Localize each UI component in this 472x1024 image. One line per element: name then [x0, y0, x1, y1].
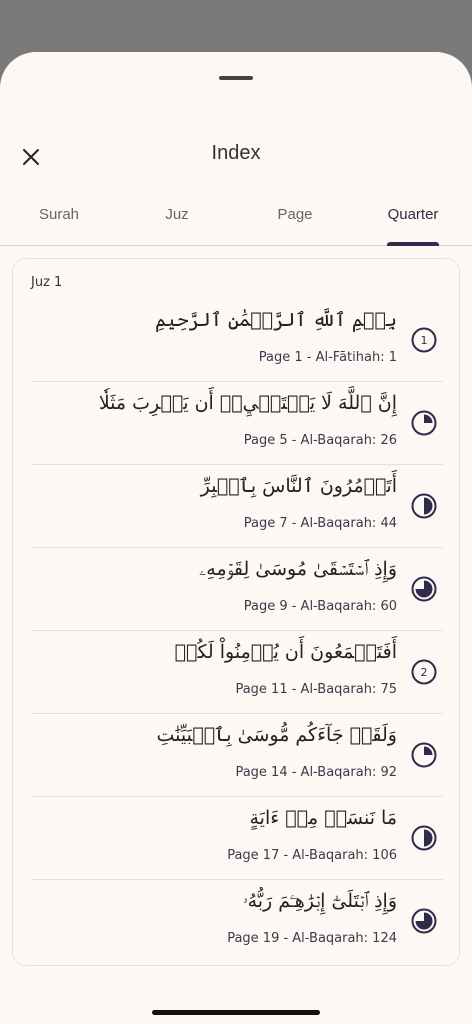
quarter-fill	[424, 497, 433, 515]
tab-bar: Surah Juz Page Quarter	[0, 192, 472, 246]
tab-quarter[interactable]: Quarter	[354, 192, 472, 246]
juz-number-icon: 1	[411, 327, 437, 353]
list-item[interactable]: وَلَقَدۡ جَآءَكُم مُّوسَىٰ بِٱلۡبَيِّنَٰ…	[31, 714, 443, 797]
quarter-fill	[424, 746, 433, 755]
list-item[interactable]: أَفَتَطۡمَعُونَ أَن يُؤۡمِنُواْ لَكُمۡ Pa…	[31, 631, 443, 714]
verse-location: Page 14 - Al-Baqarah: 92	[235, 765, 397, 780]
verse-text: مَا نَنسَخۡ مِنۡ ءَايَةٍ	[249, 807, 397, 829]
home-indicator	[152, 1010, 320, 1015]
list-item[interactable]: مَا نَنسَخۡ مِنۡ ءَايَةٍ Page 17 - Al-Baq…	[31, 797, 443, 880]
verse-text: أَتَأۡمُرُونَ ٱلنَّاسَ بِٱلۡبِرِّ	[200, 475, 397, 497]
half-icon	[411, 493, 437, 519]
list-item[interactable]: إِنَّ ٱللَّهَ لَا يَسۡتَحۡيِۦٓ أَن يَضۡر…	[31, 382, 443, 465]
tab-juz[interactable]: Juz	[118, 192, 236, 245]
half-icon	[411, 825, 437, 851]
verse-location: Page 9 - Al-Baqarah: 60	[243, 599, 397, 614]
verse-location: Page 7 - Al-Baqarah: 44	[243, 516, 397, 531]
three-quarter-icon	[411, 908, 437, 934]
section-header: Juz 1	[31, 275, 63, 290]
quarter-fill	[424, 829, 433, 847]
verse-location: Page 19 - Al-Baqarah: 124	[227, 931, 397, 946]
juz-number-icon: 2	[411, 659, 437, 685]
drag-handle[interactable]	[219, 76, 253, 80]
verse-location: Page 1 - Al-Fātihah: 1	[258, 350, 397, 365]
verse-text: وَإِذِ ٱسۡتَسۡقَىٰ مُوسَىٰ لِقَوۡمِهِۦ	[199, 558, 397, 580]
tab-page[interactable]: Page	[236, 192, 354, 245]
three-quarter-icon	[411, 576, 437, 602]
page-title: Index	[211, 142, 261, 164]
quarter-icon	[411, 410, 437, 436]
list-item[interactable]: وَإِذِ ٱبۡتَلَىٰٓ إِبۡرَٰهِـۧمَ رَبُّهُۥ…	[31, 880, 443, 962]
verse-location: Page 11 - Al-Baqarah: 75	[235, 682, 397, 697]
quarter-fill	[415, 580, 433, 598]
juz-number: 1	[421, 334, 428, 347]
juz-number: 2	[421, 666, 428, 679]
verse-text: بِسۡمِ ٱللَّهِ ٱلرَّحۡمَٰنِ ٱلرَّحِيمِ	[155, 309, 397, 331]
quarter-fill	[415, 912, 433, 930]
list-item[interactable]: بِسۡمِ ٱللَّهِ ٱلرَّحۡمَٰنِ ٱلرَّحِيمِ Pa…	[31, 299, 443, 382]
tab-surah[interactable]: Surah	[0, 192, 118, 245]
quarter-icon	[411, 742, 437, 768]
index-bottom-sheet: Index Surah Juz Page Quarter Juz 1 بِسۡم…	[0, 52, 472, 1024]
quarter-list-card: Juz 1 بِسۡمِ ٱللَّهِ ٱلرَّحۡمَٰنِ ٱلرَّح…	[12, 258, 460, 966]
quarter-list: بِسۡمِ ٱللَّهِ ٱلرَّحۡمَٰنِ ٱلرَّحِيمِ Pa…	[31, 299, 443, 962]
verse-location: Page 5 - Al-Baqarah: 26	[243, 433, 397, 448]
list-item[interactable]: وَإِذِ ٱسۡتَسۡقَىٰ مُوسَىٰ لِقَوۡمِهِۦ Pa…	[31, 548, 443, 631]
verse-text: وَلَقَدۡ جَآءَكُم مُّوسَىٰ بِٱلۡبَيِّنَٰ…	[156, 724, 398, 746]
verse-text: وَإِذِ ٱبۡتَلَىٰٓ إِبۡرَٰهِـۧمَ رَبُّهُۥ	[242, 890, 397, 912]
verse-text: أَفَتَطۡمَعُونَ أَن يُؤۡمِنُواْ لَكُمۡ	[174, 641, 397, 663]
verse-text: إِنَّ ٱللَّهَ لَا يَسۡتَحۡيِۦٓ أَن يَضۡر…	[98, 392, 397, 414]
verse-location: Page 17 - Al-Baqarah: 106	[227, 848, 397, 863]
list-item[interactable]: أَتَأۡمُرُونَ ٱلنَّاسَ بِٱلۡبِرِّ Page 7 …	[31, 465, 443, 548]
quarter-fill	[424, 414, 433, 423]
tab-active-indicator	[387, 242, 439, 246]
